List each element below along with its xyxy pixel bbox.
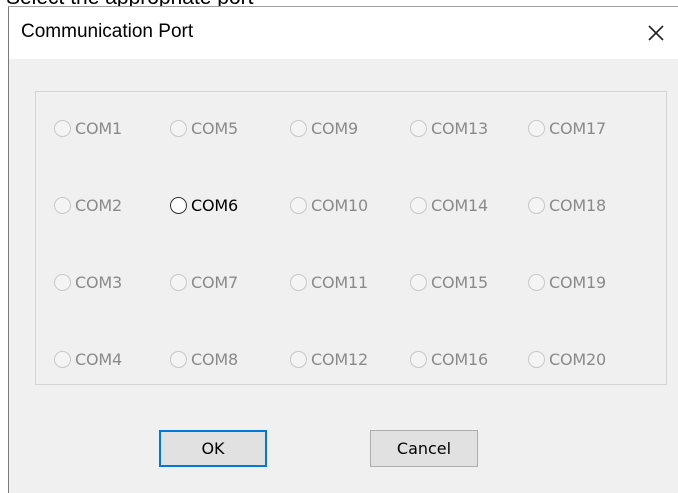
radio-com14: COM14 <box>410 192 488 218</box>
radio-com18: COM18 <box>528 192 606 218</box>
radio-com16: COM16 <box>410 346 488 372</box>
radio-label: COM20 <box>549 349 606 369</box>
radio-com1: COM1 <box>54 115 122 141</box>
close-icon[interactable] <box>640 17 672 49</box>
radio-com7: COM7 <box>170 269 238 295</box>
radio-com3: COM3 <box>54 269 122 295</box>
cancel-button[interactable]: Cancel <box>370 430 478 467</box>
radio-label: COM5 <box>191 118 238 138</box>
radio-com19: COM19 <box>528 269 606 295</box>
dialog-titlebar: Communication Port <box>9 7 678 59</box>
radio-label: COM8 <box>191 349 238 369</box>
radio-com17: COM17 <box>528 115 606 141</box>
communication-port-dialog: Communication Port COM1 COM2 COM3 COM4 COM5 C… <box>8 7 678 493</box>
radio-com6[interactable]: COM6 <box>170 192 238 218</box>
radio-button-icon[interactable] <box>170 196 187 214</box>
radio-button-icon <box>54 350 71 368</box>
radio-label: COM16 <box>431 349 488 369</box>
radio-button-icon <box>290 350 307 368</box>
radio-label: COM6 <box>191 195 238 215</box>
radio-label: COM15 <box>431 272 488 292</box>
radio-button-icon <box>54 119 71 137</box>
radio-button-icon <box>528 119 545 137</box>
radio-com12: COM12 <box>290 346 368 372</box>
radio-com8: COM8 <box>170 346 238 372</box>
radio-com9: COM9 <box>290 115 358 141</box>
radio-button-icon <box>410 350 427 368</box>
radio-button-icon <box>528 196 545 214</box>
radio-button-icon <box>528 350 545 368</box>
radio-com11: COM11 <box>290 269 368 295</box>
radio-button-icon <box>54 196 71 214</box>
radio-button-icon <box>170 350 187 368</box>
radio-com20: COM20 <box>528 346 606 372</box>
radio-button-icon <box>54 273 71 291</box>
radio-com15: COM15 <box>410 269 488 295</box>
radio-com4: COM4 <box>54 346 122 372</box>
radio-label: COM9 <box>311 118 358 138</box>
port-group-box: COM1 COM2 COM3 COM4 COM5 COM6 COM7 COM8 COM9 COM1… <box>35 91 667 385</box>
radio-com5: COM5 <box>170 115 238 141</box>
radio-button-icon <box>170 273 187 291</box>
radio-com2: COM2 <box>54 192 122 218</box>
radio-label: COM18 <box>549 195 606 215</box>
ok-button[interactable]: OK <box>159 430 267 467</box>
radio-label: COM3 <box>75 272 122 292</box>
radio-label: COM19 <box>549 272 606 292</box>
radio-button-icon <box>410 196 427 214</box>
radio-label: COM11 <box>311 272 368 292</box>
radio-button-icon <box>290 273 307 291</box>
radio-button-icon <box>170 119 187 137</box>
radio-button-icon <box>410 273 427 291</box>
radio-label: COM12 <box>311 349 368 369</box>
radio-label: COM13 <box>431 118 488 138</box>
radio-com10: COM10 <box>290 192 368 218</box>
radio-label: COM10 <box>311 195 368 215</box>
radio-label: COM17 <box>549 118 606 138</box>
dialog-title: Communication Port <box>21 21 194 42</box>
radio-label: COM4 <box>75 349 122 369</box>
radio-button-icon <box>528 273 545 291</box>
radio-button-icon <box>410 119 427 137</box>
radio-button-icon <box>290 119 307 137</box>
radio-label: COM14 <box>431 195 488 215</box>
radio-button-icon <box>290 196 307 214</box>
radio-label: COM1 <box>75 118 122 138</box>
radio-label: COM7 <box>191 272 238 292</box>
radio-label: COM2 <box>75 195 122 215</box>
radio-com13: COM13 <box>410 115 488 141</box>
